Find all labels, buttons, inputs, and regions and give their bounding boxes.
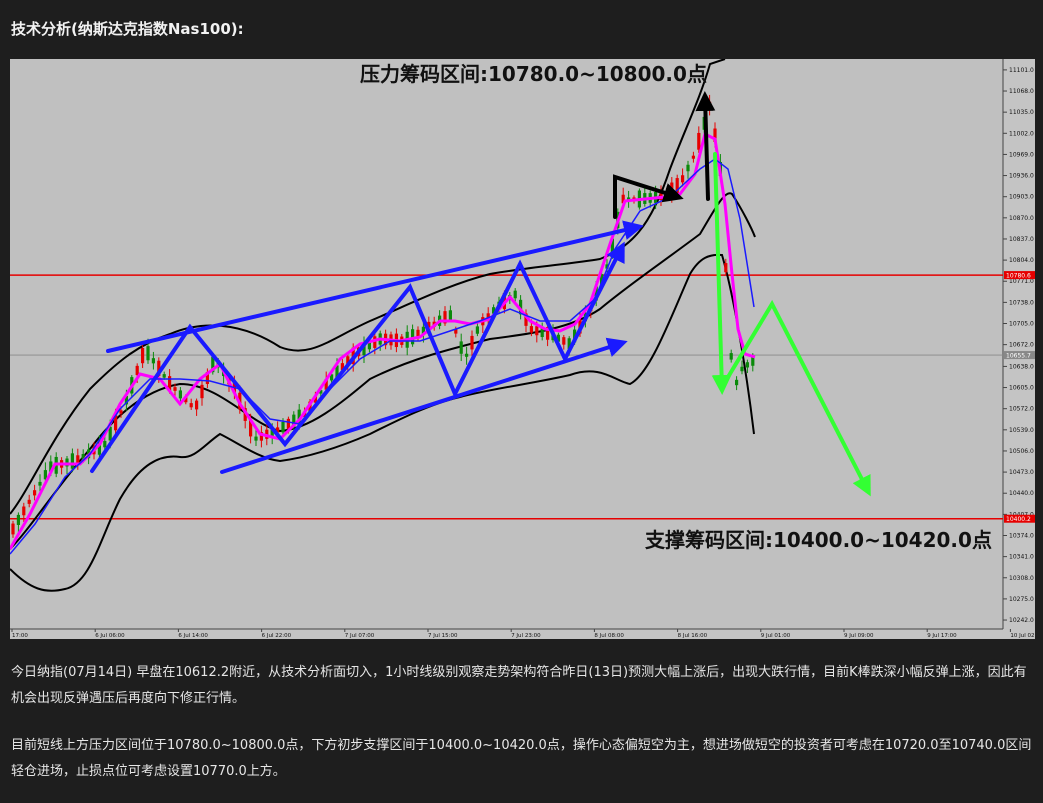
resistance-zone-label: 压力筹码区间:10780.0~10800.0点 [360,62,707,86]
time-tick-label: 8 Jul 08:00 [594,633,624,639]
support-zone-label: 支撑筹码区间:10400.0~10420.0点 [645,528,992,552]
candle-body [686,164,690,172]
page-heading: 技术分析(纳斯达克指数Nas100): [11,20,244,38]
candle-body [146,346,150,361]
candle-body [745,362,749,368]
candle-body [135,365,139,376]
price-tick-label: 10903.0 [1009,194,1034,201]
candle-body [141,347,145,364]
price-tick-label: 10870.0 [1009,215,1034,222]
candle-body [470,335,474,350]
chart-background [10,59,1035,639]
price-level-tag-label: 10655.7 [1006,353,1031,360]
price-tick-label: 10837.0 [1009,236,1034,243]
price-tick-label: 10539.0 [1009,427,1034,434]
time-tick-label: 7 Jul 15:00 [428,633,458,639]
price-tick-label: 10936.0 [1009,173,1034,180]
candle-body [178,390,182,399]
candle-body [459,341,463,354]
candle-body [729,353,733,360]
candle-body [475,326,479,334]
candle-body [254,436,258,441]
time-tick-label: 6 Jul 14:00 [178,633,208,639]
candle-body [16,514,20,525]
candle-body [70,453,74,469]
price-level-tag-label: 10780.6 [1006,273,1031,280]
candle-body [27,499,31,504]
price-tick-label: 10242.0 [1009,617,1034,624]
candle-body [513,290,517,299]
price-chart: 11101.0 11068.0 11035.0 11002.0 10969.0 10936… [8,58,1043,639]
candle-body [535,326,539,336]
time-tick-label: 10 Jul 02:00 [1010,633,1035,639]
candle-body [681,175,685,183]
price-tick-label: 10672.0 [1009,342,1034,349]
price-tick-label: 11035.0 [1009,109,1034,116]
candle-body [151,358,155,364]
price-tick-label: 10638.0 [1009,363,1034,370]
candle-body [740,366,744,372]
price-tick-label: 10473.0 [1009,469,1034,476]
time-tick-label: 6 Jul 06:00 [95,633,125,639]
chart-svg: 11101.0 11068.0 11035.0 11002.0 10969.0 10936… [8,58,1043,639]
candle-body [735,379,739,386]
candle-body [281,422,285,433]
candle-body [22,506,26,516]
candle-body [11,523,15,535]
candle-body [162,374,166,378]
price-tick-label: 10275.0 [1009,596,1034,603]
strategy-paragraph: 目前短线上方压力区间位于10780.0~10800.0点，下方初步支撑区间于10… [11,738,1032,779]
candle-body [200,384,204,399]
candle-body [38,481,42,486]
candle-body [691,155,695,159]
candle-body [562,337,566,345]
price-tick-label: 10738.0 [1009,299,1034,306]
price-tick-label: 10605.0 [1009,385,1034,392]
price-tick-label: 10572.0 [1009,406,1034,413]
time-tick-label: 9 Jul 01:00 [761,633,791,639]
time-tick-label: 7 Jul 07:00 [345,633,375,639]
candle-body [195,400,199,410]
candle-body [697,132,701,150]
price-tick-label: 11068.0 [1009,88,1034,95]
time-tick-label: 9 Jul 09:00 [844,633,874,639]
price-tick-label: 10969.0 [1009,151,1034,158]
candle-body [708,101,712,109]
price-tick-label: 10506.0 [1009,448,1034,455]
price-tick-label: 11101.0 [1009,67,1034,74]
price-tick-label: 10804.0 [1009,257,1034,264]
price-tick-label: 10705.0 [1009,321,1034,328]
candle-body [33,490,37,496]
candle-body [465,353,469,357]
price-level-tag-label: 10400.2 [1006,516,1031,523]
analysis-paragraph: 今日纳指(07月14日) 早盘在10612.2附近，从技术分析面切入，1小时线级… [11,665,1027,706]
price-tick-label: 10440.0 [1009,490,1034,497]
candle-body [119,410,123,414]
time-tick-label: 9 Jul 17:00 [927,633,957,639]
candle-body [724,263,728,273]
candle-body [189,403,193,408]
price-tick-label: 11002.0 [1009,130,1034,137]
price-tick-label: 10374.0 [1009,532,1034,539]
time-tick-label: 6 Jul 22:00 [262,633,292,639]
time-tick-label: 7 Jul 23:00 [511,633,541,639]
candle-body [529,326,533,333]
time-tick-label: 8 Jul 16:00 [678,633,708,639]
time-tick-label: 17:00 [12,633,28,639]
candle-body [448,310,452,321]
candle-body [173,387,177,391]
candle-body [103,440,107,448]
price-tick-label: 10341.0 [1009,554,1034,561]
price-axis-panel [1003,59,1035,639]
price-tick-label: 10308.0 [1009,575,1034,582]
